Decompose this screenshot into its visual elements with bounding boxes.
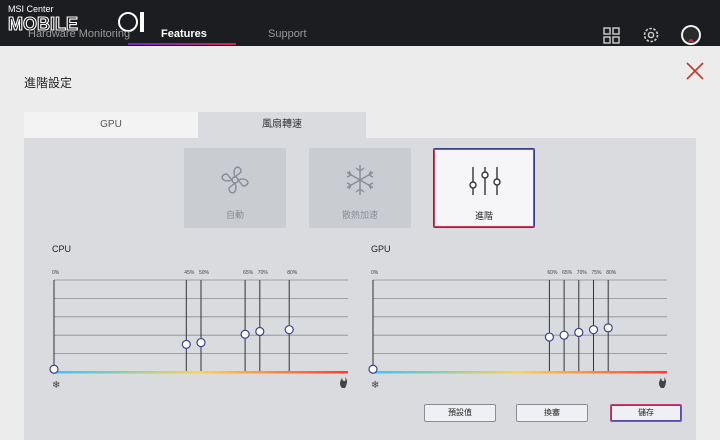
tick-label: 75% <box>592 270 603 276</box>
active-tab-indicator <box>128 43 236 45</box>
app-header: MSI Center MOBILE Hardware Monitoring Fe… <box>0 0 720 46</box>
mode-advanced-button[interactable]: 進階 <box>433 148 535 228</box>
curve-point-handle[interactable] <box>196 337 206 348</box>
curve-point-handle[interactable] <box>574 327 584 338</box>
tick-label: 0% <box>371 270 379 276</box>
tick-label: 80% <box>606 270 617 276</box>
nav-support[interactable]: Support <box>268 28 307 40</box>
defaults-button[interactable]: 預設值 <box>424 404 496 422</box>
advanced-settings-panel: 進階設定 GPU 風扇轉速 自動 散熱加速 進階 CPU GPU 0% 45% … <box>0 46 720 440</box>
gear-icon[interactable] <box>640 24 662 46</box>
curve-point-handle[interactable] <box>603 323 613 333</box>
cpu-chart-title: CPU <box>52 244 72 254</box>
tick-label: 0% <box>52 270 60 276</box>
flame-icon <box>340 377 347 388</box>
mode-advanced-label: 進階 <box>474 211 493 221</box>
curve-point-handle[interactable] <box>368 364 378 374</box>
curve-point-handle[interactable] <box>181 339 191 350</box>
curve-point-handle[interactable] <box>559 330 569 340</box>
tick-label: 45% <box>184 270 195 276</box>
gpu-fan-curve-chart[interactable]: 0% 60% 65% 70% 75% 80% ❄ <box>367 266 673 392</box>
mode-cooler-boost-label: 散熱加速 <box>341 210 378 220</box>
curve-point-handle[interactable] <box>284 325 294 335</box>
curve-point-handle[interactable] <box>49 364 59 374</box>
tab-fan-speed[interactable]: 風扇轉速 <box>198 112 366 138</box>
tick-label: 60% <box>547 270 558 276</box>
mode-auto-label: 自動 <box>225 210 244 220</box>
tab-gpu[interactable]: GPU <box>24 112 198 138</box>
flame-icon <box>659 377 666 388</box>
cpu-fan-curve-chart[interactable]: 0% 45% 50% 65% 70% 80% ❄ <box>48 266 354 392</box>
tick-label: 70% <box>258 270 269 276</box>
avatar[interactable] <box>680 24 702 46</box>
tick-label: 50% <box>199 270 210 276</box>
sliders-icon <box>469 167 501 195</box>
mode-auto-button[interactable]: 自動 <box>184 148 286 228</box>
tick-label: 65% <box>562 270 573 276</box>
curve-point-handle[interactable] <box>255 326 265 337</box>
grid-icon[interactable] <box>600 24 622 46</box>
snowflake-icon <box>346 165 374 195</box>
snowflake-icon: ❄ <box>371 380 379 391</box>
nav-features[interactable]: Features <box>161 28 207 40</box>
gpu-chart-title: GPU <box>371 244 391 254</box>
curve-point-handle[interactable] <box>240 329 250 339</box>
curve-point-handle[interactable] <box>544 332 554 342</box>
snowflake-icon: ❄ <box>52 380 60 391</box>
tick-label: 70% <box>577 270 588 276</box>
tick-label: 80% <box>287 270 298 276</box>
nav-hardware-monitoring[interactable]: Hardware Monitoring <box>28 28 130 40</box>
temperature-gradient-bar <box>373 371 667 374</box>
fan-icon <box>221 166 249 194</box>
panel-title: 進階設定 <box>24 76 73 90</box>
close-icon[interactable] <box>684 60 706 82</box>
tick-label: 65% <box>243 270 254 276</box>
apply-button[interactable]: 換審 <box>516 404 588 422</box>
temperature-gradient-bar <box>54 371 348 374</box>
curve-point-handle[interactable] <box>588 325 599 335</box>
mode-cooler-boost-button[interactable]: 散熱加速 <box>309 148 411 228</box>
save-button[interactable]: 儲存 <box>610 404 682 422</box>
